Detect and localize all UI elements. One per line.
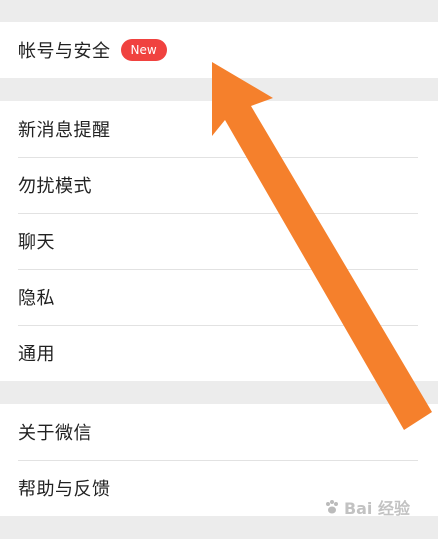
row-label: 帐号与安全 [18, 41, 111, 62]
baidu-watermark: Bai 经验 [324, 495, 410, 519]
row-label: 通用 [18, 344, 55, 365]
settings-row-about[interactable]: 关于微信 [0, 404, 438, 460]
row-label: 隐私 [18, 288, 55, 309]
settings-row-chat[interactable]: 聊天 [0, 213, 438, 269]
settings-row-general[interactable]: 通用 [0, 325, 438, 381]
paw-icon [325, 500, 338, 514]
settings-row-notifications[interactable]: 新消息提醒 [0, 101, 438, 157]
main-settings-group: 新消息提醒 勿扰模式 聊天 隐私 通用 [0, 101, 438, 381]
settings-row-privacy[interactable]: 隐私 [0, 269, 438, 325]
row-label: 帮助与反馈 [18, 479, 111, 500]
row-label: 新消息提醒 [18, 120, 111, 141]
settings-row-do-not-disturb[interactable]: 勿扰模式 [0, 157, 438, 213]
settings-page: 帐号与安全 New 新消息提醒 勿扰模式 聊天 隐私 通用 关于微信 帮助与反馈 [0, 0, 438, 539]
new-badge: New [120, 39, 167, 61]
watermark-text: Bai 经验 [343, 499, 410, 518]
row-label: 聊天 [18, 232, 55, 253]
row-label: 勿扰模式 [18, 176, 92, 197]
account-group: 帐号与安全 New [0, 22, 438, 78]
row-label: 关于微信 [18, 423, 92, 444]
settings-row-account-security[interactable]: 帐号与安全 New [0, 22, 438, 78]
